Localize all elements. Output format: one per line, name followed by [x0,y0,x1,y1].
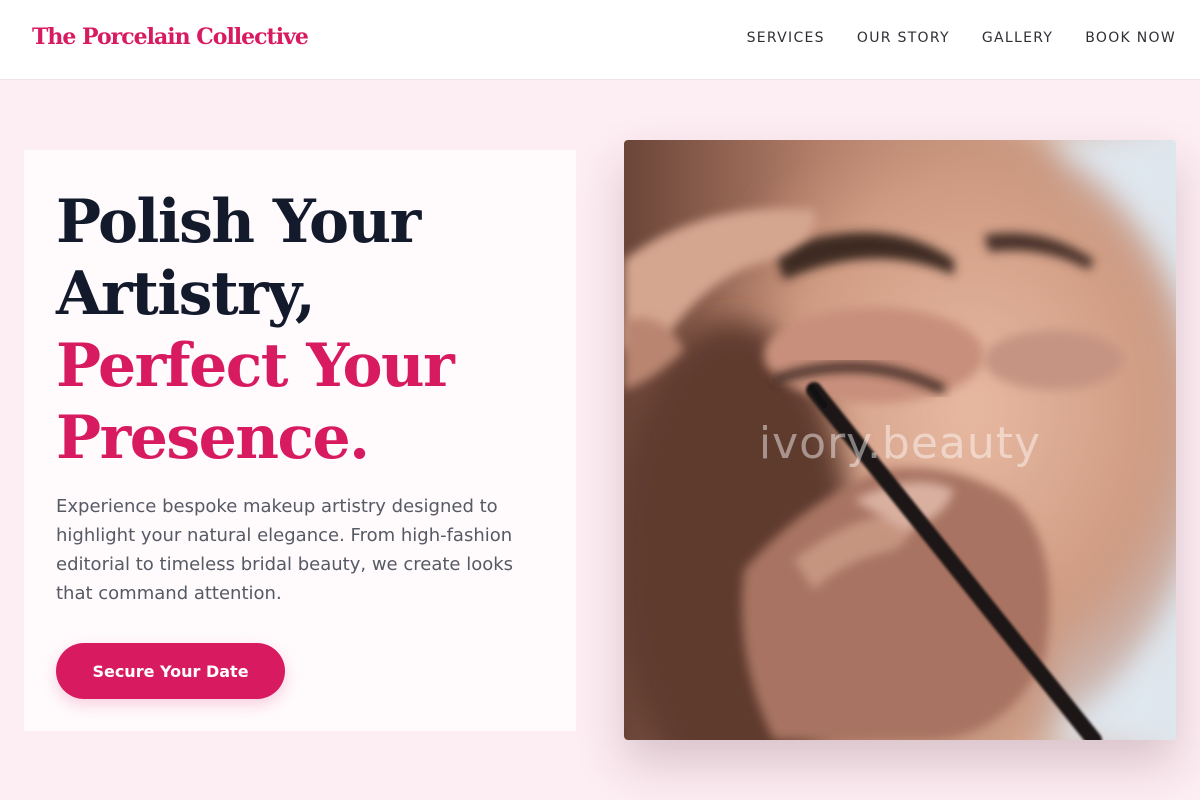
hero-description: Experience bespoke makeup artistry desig… [56,496,514,604]
hero-card: Polish Your Artistry, Perfect Your Prese… [24,150,576,731]
hero-photo: ivory.beauty [624,140,1176,740]
brand-logo[interactable]: The Porcelain Collective [32,24,309,50]
nav-link-book-now[interactable]: BOOK NOW [1085,30,1176,46]
main-nav: SERVICES OUR STORY GALLERY BOOK NOW [747,30,1176,46]
hero-headline: Polish Your Artistry, Perfect Your Prese… [56,186,455,474]
headline-line-1: Polish Your [56,187,421,257]
nav-link-services[interactable]: SERVICES [747,30,825,46]
headline-line-3: Perfect Your [56,331,455,401]
watermark-text: ivory.beauty [758,418,1042,469]
headline-line-4: Presence. [56,403,370,473]
secure-date-button[interactable]: Secure Your Date [56,643,285,699]
nav-link-gallery[interactable]: GALLERY [982,30,1053,46]
site-header: The Porcelain Collective SERVICES OUR ST… [0,0,1200,80]
nav-link-our-story[interactable]: OUR STORY [857,30,950,46]
headline-line-2: Artistry, [56,259,316,329]
